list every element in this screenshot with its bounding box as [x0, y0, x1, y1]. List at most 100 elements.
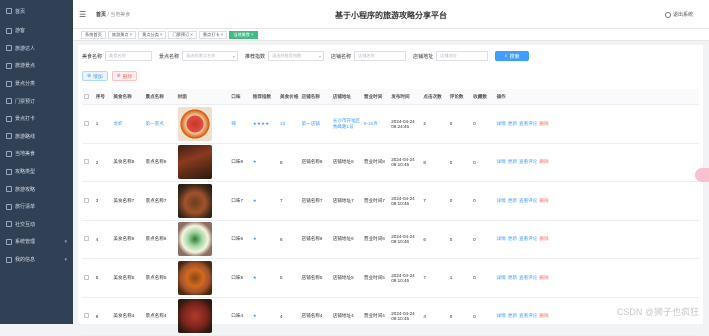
view-comments-link[interactable]: 查看评论 — [519, 275, 537, 280]
sidebar-item[interactable]: 景点分类 — [0, 75, 73, 93]
sidebar-item[interactable]: 游客 — [0, 22, 73, 40]
view-comments-link[interactable]: 查看评论 — [519, 198, 537, 203]
row-checkbox[interactable] — [84, 313, 89, 318]
edit-link[interactable]: 更新 — [508, 159, 517, 164]
table-row[interactable]: 4美食名称6景点名称6口味6★6店铺名称6店铺地址6营业时间62024-04-2… — [82, 221, 699, 260]
table-row[interactable]: 2美食名称8景点名称8口味8★8店铺名称8店铺地址8营业时间82024-04-2… — [82, 144, 699, 183]
menu-icon — [6, 28, 12, 34]
search-button[interactable]: ⌕搜索 — [495, 51, 529, 61]
sidebar-item[interactable]: 旅游路线 — [0, 128, 73, 146]
delete-link[interactable]: 删除 — [539, 236, 548, 241]
cover-cell — [176, 107, 230, 141]
detail-link[interactable]: 详情 — [497, 236, 506, 241]
top-bar: ☰ 首页 / 当地美食 基于小程序的旅游攻略分享平台 退出系统 — [73, 0, 709, 29]
cell-taste: 口味6 — [229, 236, 250, 242]
add-button[interactable]: ⊕增加 — [82, 71, 108, 81]
tab[interactable]: 旅游景点 × — [108, 31, 136, 39]
cell-price: 7 — [278, 198, 299, 203]
cell-time: 2024-04-24 09:10:45 — [389, 234, 421, 244]
cell-price: 5 — [278, 275, 299, 280]
shop-name-input[interactable]: 店铺名称 — [354, 51, 406, 61]
floating-helper-button[interactable] — [695, 168, 709, 182]
tab[interactable]: 景点打卡 × — [199, 31, 227, 39]
cell-idx: 3 — [94, 198, 112, 203]
table-row[interactable]: 5美食名称5景点名称5口味5★5店铺名称5店铺地址5营业时间52024-04-2… — [82, 259, 699, 298]
cell-addr: 店铺地址5 — [331, 275, 362, 281]
cell-stars: ★★★★ — [251, 121, 278, 127]
cell-addr: 店铺地址4 — [331, 313, 362, 319]
edit-link[interactable]: 更新 — [508, 198, 517, 203]
row-checkbox[interactable] — [84, 198, 89, 203]
delete-link[interactable]: 删除 — [539, 159, 548, 164]
delete-icon: ⊗ — [117, 74, 121, 79]
detail-link[interactable]: 详情 — [497, 159, 506, 164]
sidebar-item-label: 攻略类型 — [15, 168, 35, 175]
delete-link[interactable]: 删除 — [539, 275, 548, 280]
filter-bar: 美食名称 美食名称 景点名称 请选择景点名称▾ 推荐指数 请选择推荐指数▾ 店铺… — [82, 51, 529, 61]
menu-icon — [6, 98, 12, 104]
select-all-checkbox[interactable] — [84, 94, 89, 99]
tab[interactable]: 当地美食 × — [229, 31, 257, 39]
edit-link[interactable]: 更新 — [508, 121, 517, 126]
row-checkbox[interactable] — [84, 159, 89, 164]
search-button-label: 搜索 — [509, 53, 519, 60]
cell-clicks: 8 — [421, 160, 447, 165]
cell-shop: 第一店铺 — [300, 121, 331, 127]
sidebar-item[interactable]: 旅行清单 — [0, 198, 73, 216]
cell-hours: 营业时间4 — [362, 313, 389, 319]
detail-link[interactable]: 详情 — [497, 198, 506, 203]
tab[interactable]: 系统首页 — [81, 31, 106, 39]
row-checkbox-cell — [82, 275, 94, 281]
cell-spot: 景点名称5 — [143, 275, 175, 281]
sidebar-item-label: 景点分类 — [15, 80, 35, 87]
row-checkbox[interactable] — [84, 236, 89, 241]
edit-link[interactable]: 更新 — [508, 236, 517, 241]
sidebar-item[interactable]: 攻略类型 — [0, 163, 73, 181]
sidebar-item[interactable]: 社交互动 — [0, 216, 73, 234]
cover-cell — [176, 145, 230, 179]
tab[interactable]: 景点分类 × — [138, 31, 166, 39]
column-header: 美食价格 — [278, 94, 299, 100]
sidebar-item[interactable]: 系统管理▾ — [0, 233, 73, 251]
table-row[interactable]: 1龙虾第一景点辣★★★★33第一店铺长沙市开福区秀峰路1号8-15点2024-0… — [82, 105, 699, 144]
chevron-down-icon: ▾ — [64, 257, 67, 263]
edit-link[interactable]: 更新 — [508, 313, 517, 318]
view-comments-link[interactable]: 查看评论 — [519, 121, 537, 126]
delete-link[interactable]: 删除 — [539, 121, 548, 126]
sidebar-item[interactable]: 景点打卡 — [0, 110, 73, 128]
sidebar-item[interactable]: 首页 — [0, 0, 73, 22]
recommend-select[interactable]: 请选择推荐指数▾ — [268, 51, 324, 61]
food-name-input[interactable]: 美食名称 — [105, 51, 152, 61]
sidebar-item[interactable]: 旅游达人 — [0, 40, 73, 58]
cell-time: 2024-04-24 09:24:45 — [389, 119, 421, 129]
edit-link[interactable]: 更新 — [508, 275, 517, 280]
cell-comments: 0 — [448, 160, 471, 165]
tab[interactable]: 门票预订 × — [168, 31, 196, 39]
sidebar: 首页游客旅游达人旅游景点景点分类门票预订景点打卡旅游路线当地美食攻略类型旅游攻略… — [0, 0, 73, 324]
sidebar-item[interactable]: 旅游攻略 — [0, 180, 73, 198]
sidebar-item[interactable]: 旅游景点 — [0, 57, 73, 75]
table-row[interactable]: 3美食名称7景点名称7口味7★7店铺名称7店铺地址7营业时间72024-04-2… — [82, 182, 699, 221]
view-comments-link[interactable]: 查看评论 — [519, 159, 537, 164]
sidebar-item[interactable]: 门票预订 — [0, 92, 73, 110]
row-checkbox[interactable] — [84, 275, 89, 280]
detail-link[interactable]: 详情 — [497, 275, 506, 280]
row-checkbox[interactable] — [84, 121, 89, 126]
delete-button[interactable]: ⊗删除 — [112, 71, 138, 81]
cell-food: 龙虾 — [111, 121, 143, 127]
table-row[interactable]: 6美食名称4景点名称4口味4★4店铺名称4店铺地址4营业时间42024-04-2… — [82, 298, 699, 336]
delete-link[interactable]: 删除 — [539, 198, 548, 203]
detail-link[interactable]: 详情 — [497, 313, 506, 318]
sidebar-item[interactable]: 我的信息▾ — [0, 251, 73, 269]
main-content: 美食名称 美食名称 景点名称 请选择景点名称▾ 推荐指数 请选择推荐指数▾ 店铺… — [78, 45, 703, 324]
sidebar-item[interactable]: 当地美食 — [0, 145, 73, 163]
spot-name-select[interactable]: 请选择景点名称▾ — [182, 51, 238, 61]
logout-button[interactable]: 退出系统 — [665, 11, 693, 18]
column-header: 营业时间 — [362, 94, 389, 100]
detail-link[interactable]: 详情 — [497, 121, 506, 126]
view-comments-link[interactable]: 查看评论 — [519, 236, 537, 241]
shop-address-input[interactable]: 店铺地址 — [436, 51, 488, 61]
delete-link[interactable]: 删除 — [539, 313, 548, 318]
view-comments-link[interactable]: 查看评论 — [519, 313, 537, 318]
column-header: 景点名称 — [143, 94, 175, 100]
